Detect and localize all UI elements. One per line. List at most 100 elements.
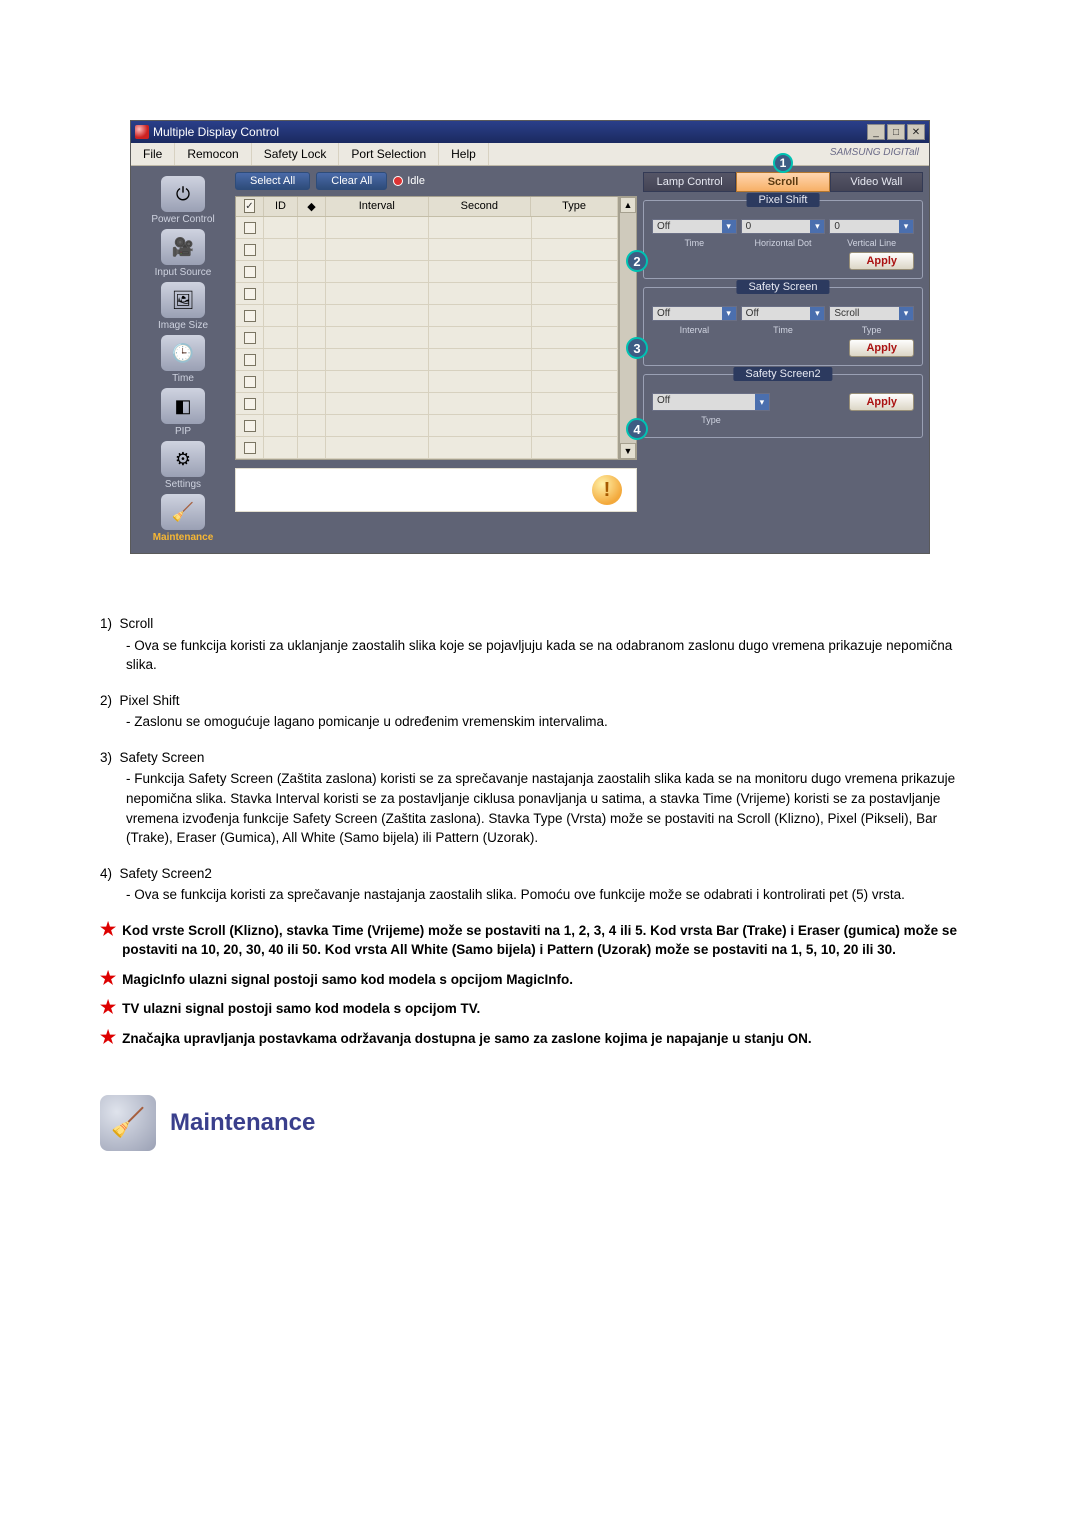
table-row[interactable] [236, 283, 618, 305]
table-row[interactable] [236, 327, 618, 349]
menu-port-selection[interactable]: Port Selection [339, 143, 439, 165]
sidebar-item-input-source[interactable]: 🎥 Input Source [155, 229, 212, 278]
status-bar: ! [235, 468, 637, 512]
row-checkbox[interactable] [244, 310, 256, 322]
row-checkbox[interactable] [244, 244, 256, 256]
sidebar-item-settings[interactable]: ⚙ Settings [161, 441, 205, 490]
sidebar-item-image-size[interactable]: 🖼 Image Size [158, 282, 208, 331]
doc-item-4: 4) Safety Screen2 - Ova se funkcija kori… [100, 864, 980, 905]
star-icon: ★ [100, 970, 116, 990]
doc-item-3: 3) Safety Screen - Funkcija Safety Scree… [100, 748, 980, 848]
table-row[interactable] [236, 393, 618, 415]
panel-safety-screen2: Safety Screen2 Off▾ Apply Type 4 [643, 374, 923, 438]
tab-video-wall[interactable]: Video Wall [830, 172, 923, 192]
table-row[interactable] [236, 305, 618, 327]
sidebar-item-power-control[interactable]: ⏻ Power Control [151, 176, 214, 225]
table-row[interactable] [236, 217, 618, 239]
app-window: Multiple Display Control _ □ ✕ File Remo… [130, 120, 930, 554]
safety2-type-select[interactable]: Off▾ [652, 393, 770, 411]
row-checkbox[interactable] [244, 266, 256, 278]
pixel-shift-time-select[interactable]: Off▾ [652, 219, 737, 234]
close-button[interactable]: ✕ [907, 124, 925, 140]
safety-time-select[interactable]: Off▾ [741, 306, 826, 321]
sidebar: ⏻ Power Control 🎥 Input Source 🖼 Image S… [137, 172, 229, 547]
row-checkbox[interactable] [244, 288, 256, 300]
safety-screen2-legend: Safety Screen2 [733, 367, 832, 381]
app-icon [135, 125, 149, 139]
pip-icon: ◧ [161, 388, 205, 424]
safety-screen-legend: Safety Screen [736, 280, 829, 294]
header-checkbox[interactable] [244, 199, 254, 213]
display-table: ID ◆ Interval Second Type [235, 196, 619, 460]
row-checkbox[interactable] [244, 222, 256, 234]
sidebar-item-pip[interactable]: ◧ PIP [161, 388, 205, 437]
right-panel: Lamp Control Scroll 1 Video Wall Pixel S… [643, 172, 923, 547]
image-size-icon: 🖼 [161, 282, 205, 318]
row-checkbox[interactable] [244, 376, 256, 388]
row-checkbox[interactable] [244, 442, 256, 454]
col-id[interactable]: ID [264, 197, 298, 216]
pixel-shift-vline-select[interactable]: 0▾ [829, 219, 914, 234]
table-row[interactable] [236, 261, 618, 283]
menu-remocon[interactable]: Remocon [175, 143, 251, 165]
row-checkbox[interactable] [244, 332, 256, 344]
col-interval[interactable]: Interval [326, 197, 429, 216]
row-checkbox[interactable] [244, 420, 256, 432]
scroll-up-icon[interactable]: ▲ [620, 197, 636, 213]
idle-dot-icon [393, 176, 403, 186]
menu-file[interactable]: File [131, 143, 175, 165]
idle-label: Idle [407, 175, 425, 187]
col-type[interactable]: Type [531, 197, 618, 216]
safety-interval-select[interactable]: Off▾ [652, 306, 737, 321]
scroll-down-icon[interactable]: ▼ [620, 443, 636, 459]
safety-type-select[interactable]: Scroll▾ [829, 306, 914, 321]
chevron-down-icon: ▾ [722, 220, 736, 233]
safety-apply-button[interactable]: Apply [849, 339, 914, 357]
center-toolbar: Select All Clear All Idle [235, 172, 637, 190]
note-4: ★Značajka upravljanja postavkama održava… [100, 1029, 980, 1049]
row-checkbox[interactable] [244, 398, 256, 410]
tab-scroll[interactable]: Scroll 1 [736, 172, 829, 192]
select-all-button[interactable]: Select All [235, 172, 310, 190]
table-row[interactable] [236, 371, 618, 393]
maximize-button[interactable]: □ [887, 124, 905, 140]
callout-2: 2 [626, 250, 648, 272]
table-row[interactable] [236, 437, 618, 459]
col-status-icon[interactable]: ◆ [298, 197, 326, 216]
menu-safety-lock[interactable]: Safety Lock [252, 143, 340, 165]
pixel-shift-apply-button[interactable]: Apply [849, 252, 914, 270]
maintenance-section-icon: 🧹 [100, 1095, 156, 1151]
clear-all-button[interactable]: Clear All [316, 172, 387, 190]
menubar: File Remocon Safety Lock Port Selection … [131, 143, 929, 166]
doc-item-1: 1) Scroll - Ova se funkcija koristi za u… [100, 614, 980, 675]
safety-interval-label: Interval [652, 325, 737, 335]
window-title: Multiple Display Control [153, 125, 279, 139]
chevron-down-icon: ▾ [899, 307, 913, 320]
row-checkbox[interactable] [244, 354, 256, 366]
table-row[interactable] [236, 349, 618, 371]
table-row[interactable] [236, 415, 618, 437]
pixel-shift-hdot-label: Horizontal Dot [741, 238, 826, 248]
titlebar: Multiple Display Control _ □ ✕ [131, 121, 929, 143]
menu-help[interactable]: Help [439, 143, 489, 165]
maintenance-icon: 🧹 [161, 494, 205, 530]
chevron-down-icon: ▾ [810, 220, 824, 233]
minimize-button[interactable]: _ [867, 124, 885, 140]
safety2-apply-button[interactable]: Apply [849, 393, 914, 411]
sidebar-item-maintenance[interactable]: 🧹 Maintenance [153, 494, 214, 543]
pixel-shift-hdot-select[interactable]: 0▾ [741, 219, 826, 234]
table-header: ID ◆ Interval Second Type [236, 197, 618, 217]
chevron-down-icon: ▾ [755, 394, 769, 410]
col-second[interactable]: Second [429, 197, 532, 216]
idle-indicator: Idle [393, 175, 425, 187]
tab-lamp-control[interactable]: Lamp Control [643, 172, 736, 192]
power-icon: ⏻ [161, 176, 205, 212]
chevron-down-icon: ▾ [810, 307, 824, 320]
chevron-down-icon: ▾ [722, 307, 736, 320]
table-row[interactable] [236, 239, 618, 261]
panel-pixel-shift: Pixel Shift Off▾ 0▾ 0▾ Time Horizontal D… [643, 200, 923, 279]
safety-time-label: Time [741, 325, 826, 335]
chevron-down-icon: ▾ [899, 220, 913, 233]
star-icon: ★ [100, 999, 116, 1019]
sidebar-item-time[interactable]: 🕒 Time [161, 335, 205, 384]
